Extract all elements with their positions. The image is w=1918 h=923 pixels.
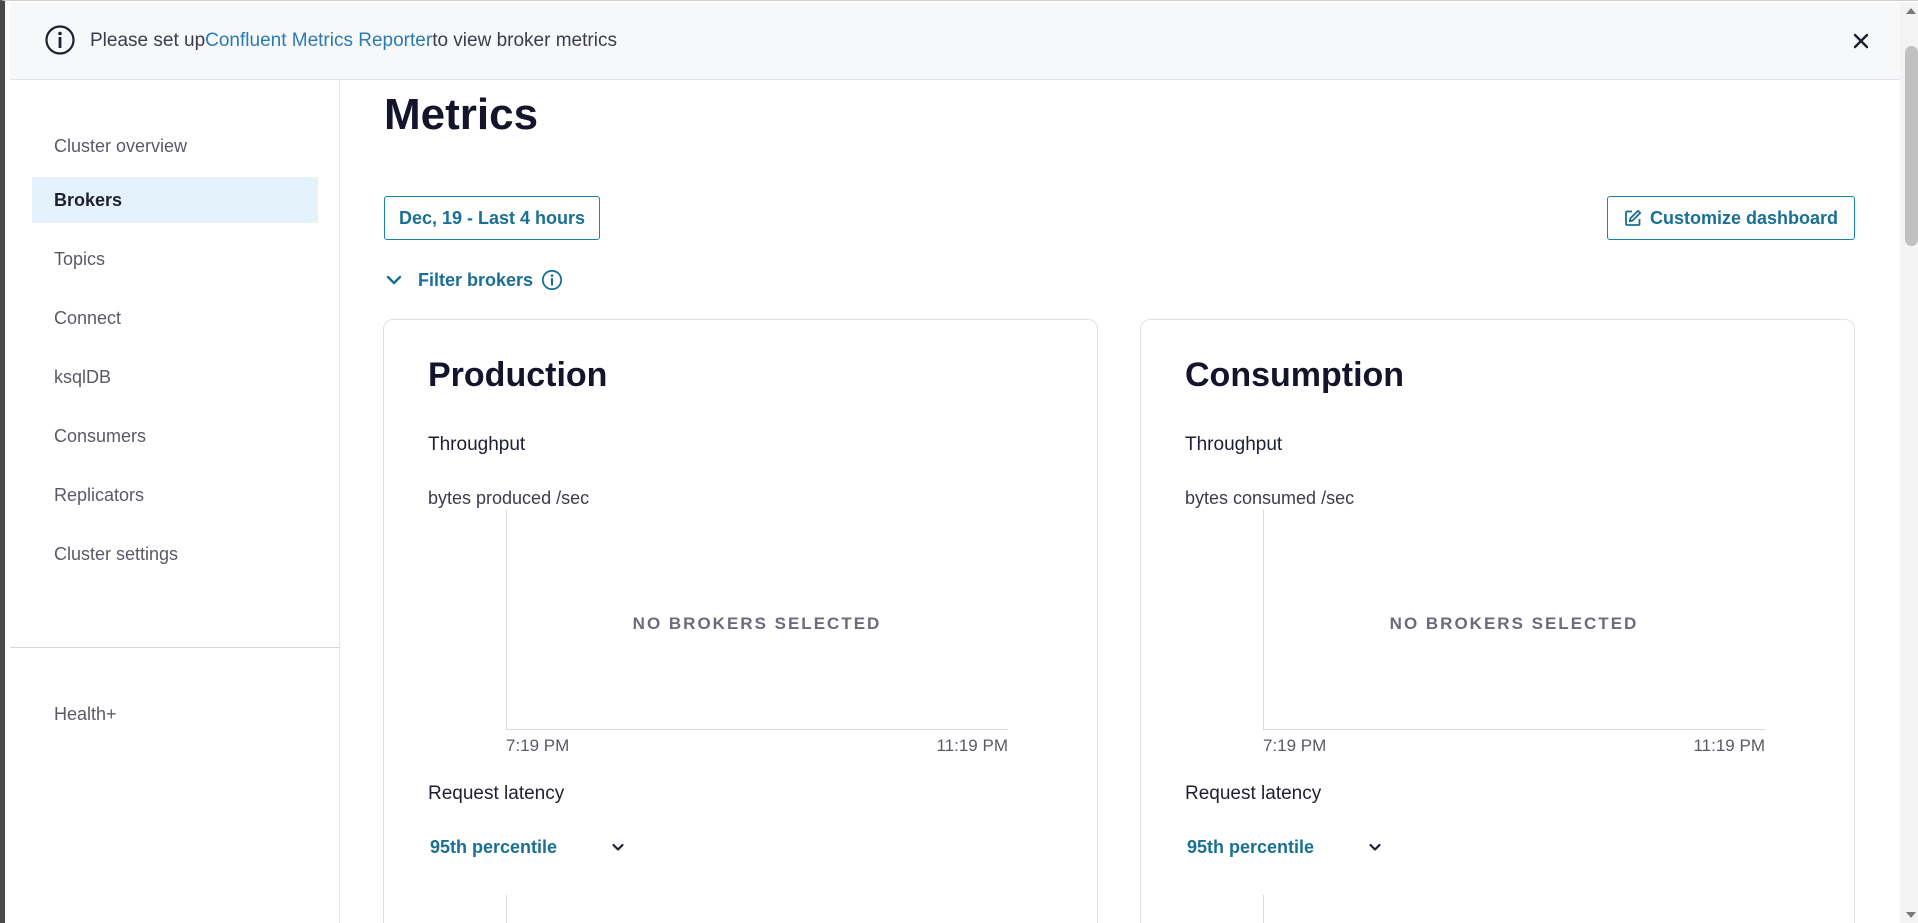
- app-frame: Please set upConfluent Metrics Reportert…: [0, 0, 1918, 923]
- production-card: Production Throughput bytes produced /se…: [383, 319, 1098, 923]
- sidebar-item-brokers[interactable]: Brokers: [32, 177, 318, 223]
- sidebar-item-label: Cluster overview: [54, 135, 188, 156]
- x-tick-start: 7:19 PM: [1263, 736, 1327, 755]
- card-title: Consumption: [1185, 356, 1405, 394]
- info-icon[interactable]: [541, 269, 563, 291]
- customize-dashboard-label: Customize dashboard: [1649, 207, 1839, 228]
- sidebar-item-replicators[interactable]: Replicators: [32, 472, 318, 518]
- request-latency-label: Request latency: [1185, 783, 1322, 804]
- x-tick-end: 11:19 PM: [936, 736, 1008, 755]
- percentile-select[interactable]: 95th percentile: [1187, 832, 1383, 862]
- sidebar-item-label: Connect: [54, 307, 122, 328]
- filter-brokers-label: Filter brokers: [418, 269, 534, 290]
- info-icon: [45, 25, 75, 55]
- percentile-value: 95th percentile: [430, 836, 558, 857]
- throughput-chart: NO BROKERS SELECTED 7:19 PM 11:19 PM: [1185, 510, 1785, 755]
- chevron-down-icon: [1369, 843, 1381, 851]
- metric-label: bytes produced /sec: [428, 488, 590, 508]
- sidebar-item-label: Topics: [54, 248, 106, 269]
- banner-prefix: Please set up: [90, 30, 206, 51]
- sidebar-item-label: ksqlDB: [54, 366, 112, 387]
- sidebar-item-consumers[interactable]: Consumers: [32, 413, 318, 459]
- sidebar-item-connect[interactable]: Connect: [32, 295, 318, 341]
- page-title: Metrics: [384, 90, 539, 139]
- latency-chart-y-axis: [1263, 895, 1264, 923]
- request-latency-label: Request latency: [428, 783, 565, 804]
- close-icon[interactable]: [1848, 28, 1874, 54]
- chevron-down-icon: [386, 275, 402, 285]
- customize-dashboard-button[interactable]: Customize dashboard: [1607, 196, 1855, 240]
- percentile-value: 95th percentile: [1187, 836, 1315, 857]
- x-tick-start: 7:19 PM: [506, 736, 570, 755]
- filter-brokers-toggle[interactable]: Filter brokers: [384, 265, 563, 295]
- consumption-card: Consumption Throughput bytes consumed /s…: [1140, 319, 1855, 923]
- metrics-reporter-banner: Please set upConfluent Metrics Reportert…: [10, 2, 1900, 80]
- throughput-label: Throughput: [1185, 434, 1283, 455]
- metrics-reporter-link[interactable]: Confluent Metrics Reporter: [205, 30, 432, 51]
- sidebar-item-cluster-overview[interactable]: Cluster overview: [32, 123, 318, 169]
- date-range-button[interactable]: Dec, 19 - Last 4 hours: [384, 196, 600, 240]
- percentile-select[interactable]: 95th percentile: [430, 832, 626, 862]
- scroll-down-arrow-icon[interactable]: [1906, 912, 1916, 918]
- main-content: Metrics Dec, 19 - Last 4 hours Customize…: [341, 80, 1900, 923]
- chart-x-axis: [506, 729, 1008, 730]
- vertical-scrollbar[interactable]: [1900, 2, 1918, 923]
- sidebar-item-label: Consumers: [54, 425, 147, 446]
- sidebar-item-topics[interactable]: Topics: [32, 236, 318, 282]
- sidebar: Cluster overview Brokers Topics Connect …: [10, 80, 340, 923]
- chart-x-axis: [1263, 729, 1765, 730]
- sidebar-item-label: Health+: [54, 703, 117, 724]
- chevron-down-icon: [612, 843, 624, 851]
- sidebar-item-cluster-settings[interactable]: Cluster settings: [32, 531, 318, 577]
- card-title: Production: [428, 356, 608, 394]
- scrollbar-thumb[interactable]: [1905, 46, 1918, 246]
- banner-message: Please set upConfluent Metrics Reportert…: [90, 30, 617, 52]
- latency-chart-y-axis: [506, 895, 507, 923]
- sidebar-item-label: Replicators: [54, 484, 145, 505]
- no-brokers-message: NO BROKERS SELECTED: [1389, 614, 1639, 633]
- sidebar-item-label: Brokers: [54, 189, 123, 210]
- sidebar-divider: [10, 647, 340, 648]
- sidebar-item-health-plus[interactable]: Health+: [32, 691, 318, 737]
- edit-icon: [1625, 209, 1642, 226]
- banner-suffix: to view broker metrics: [432, 30, 617, 51]
- throughput-label: Throughput: [428, 434, 526, 455]
- metric-label: bytes consumed /sec: [1185, 488, 1355, 508]
- sidebar-item-ksqldb[interactable]: ksqlDB: [32, 354, 318, 400]
- sidebar-item-label: Cluster settings: [54, 543, 179, 564]
- no-brokers-message: NO BROKERS SELECTED: [632, 614, 882, 633]
- throughput-chart: NO BROKERS SELECTED 7:19 PM 11:19 PM: [428, 510, 1028, 755]
- scroll-up-arrow-icon[interactable]: [1906, 8, 1916, 14]
- x-tick-end: 11:19 PM: [1693, 736, 1765, 755]
